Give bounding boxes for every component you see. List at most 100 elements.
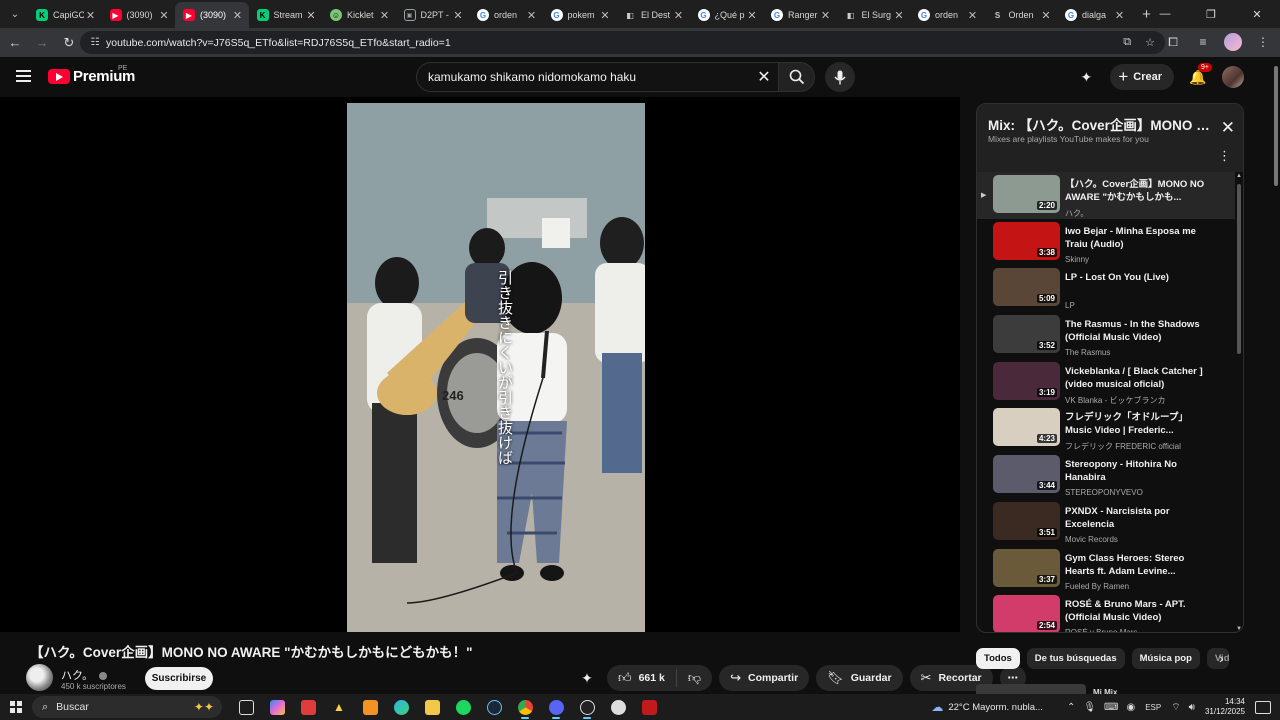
playlist-item-title[interactable]: フレデリック「オドループ」Music Video | Frederic... [1065, 411, 1205, 437]
tray-chevron-icon[interactable]: ⌃ [1067, 702, 1075, 713]
playlist-title[interactable]: Mix: 【ハク。Cover企画】MONO NO AWARE "かむかもしかもに… [988, 114, 1210, 134]
tab-close-icon[interactable]: ✕ [378, 9, 392, 22]
playlist-more-icon[interactable]: ⋮ [1218, 148, 1231, 164]
hamburger-menu-icon[interactable] [16, 70, 31, 82]
task-view-icon[interactable] [234, 696, 258, 718]
playlist-item-title[interactable]: ROSÉ & Bruno Mars - APT. (Official Music… [1065, 598, 1205, 624]
tab[interactable]: K Stream ✕ [249, 2, 323, 28]
linux-icon[interactable]: ▲ [327, 696, 351, 718]
search-box[interactable]: kamukamo shikamo nidomokamo haku ✕ [416, 62, 779, 92]
tab[interactable]: K CapiGC ✕ [28, 2, 102, 28]
tab-close-icon[interactable]: ✕ [1113, 9, 1127, 22]
tab-close-icon[interactable]: ✕ [1039, 9, 1053, 22]
scrollbar-thumb[interactable] [1237, 184, 1241, 354]
playlist-item-title[interactable]: LP - Lost On You (Live) [1065, 271, 1205, 284]
tab[interactable]: ◧ El Surg ✕ [837, 2, 911, 28]
playlist-thumbnail[interactable]: 4:23 [993, 408, 1060, 447]
tab-close-icon[interactable]: ✕ [84, 9, 98, 22]
steam-icon[interactable] [482, 696, 506, 718]
notification-center-icon[interactable] [1255, 700, 1271, 714]
bookmark-star-icon[interactable]: ☆ [1145, 36, 1155, 49]
tab[interactable]: ▶ (3090) ✕ [102, 2, 176, 28]
playlist-thumbnail[interactable]: 3:19 [993, 361, 1060, 400]
playlist-scrollbar[interactable]: ▲ ▼ [1235, 172, 1243, 632]
playlist-thumbnail[interactable]: 3:37 [993, 548, 1060, 587]
next-video-thumbnail[interactable] [976, 684, 1086, 694]
url-text[interactable]: youtube.com/watch?v=J76S5q_ETfo&list=RDJ… [106, 37, 451, 49]
tab[interactable]: Gorden ✕ [910, 2, 984, 28]
tab-close-icon[interactable]: ✕ [451, 9, 465, 22]
playlist-thumbnail[interactable]: 3:52 [993, 315, 1060, 354]
playlist-item-title[interactable]: Vickeblanka / [ Black Catcher ] (video m… [1065, 365, 1205, 391]
youtube-app-icon[interactable] [296, 696, 320, 718]
create-button[interactable]: + Crear [1110, 64, 1174, 90]
playlist-item-title[interactable]: Iwo Bejar - Minha Esposa me Traiu (Audio… [1065, 225, 1205, 251]
avast-icon[interactable] [358, 696, 382, 718]
tab-close-icon[interactable]: ✕ [966, 9, 980, 22]
playlist-item-title[interactable]: Gym Class Heroes: Stereo Hearts ft. Adam… [1065, 552, 1205, 578]
tab-close-icon[interactable]: ✕ [304, 9, 318, 22]
page-scrollbar[interactable] [1272, 57, 1280, 694]
spotify-icon[interactable] [451, 696, 475, 718]
close-playlist-icon[interactable]: ✕ [1221, 118, 1235, 138]
playlist-thumbnail[interactable]: 2:54 [993, 595, 1060, 632]
restore-icon[interactable]: ❐ [1188, 0, 1234, 28]
notifications-bell-icon[interactable]: 🔔 9+ [1184, 63, 1212, 91]
playlist-item[interactable]: 3:19 Vickeblanka / [ Black Catcher ] (vid… [977, 359, 1235, 406]
playlist-item[interactable]: 3:38 Iwo Bejar - Minha Esposa me Traiu (A… [977, 219, 1235, 266]
playlist-item-title[interactable]: PXNDX - Narcisista por Excelencia [1065, 505, 1205, 531]
tab[interactable]: ◧ El Dest ✕ [616, 2, 690, 28]
channel-avatar[interactable] [26, 664, 53, 691]
dislike-button[interactable]: 👎︎ [677, 670, 712, 686]
volume-icon[interactable]: 🔊︎ [1189, 702, 1195, 713]
minimize-icon[interactable]: — [1142, 0, 1188, 28]
playlist-item-title[interactable]: Stereopony - Hitohira No Hanabira [1065, 458, 1205, 484]
chips-next-chevron-icon[interactable]: › [1219, 650, 1224, 666]
ask-sparkle-icon[interactable]: ✦ [574, 665, 600, 691]
playlist-item-title[interactable]: 【ハク。Cover企画】MONO NO AWARE "かむかもしかも... [1065, 178, 1205, 204]
subscribe-button[interactable]: Suscribirse [145, 667, 213, 690]
tab-close-icon[interactable]: ✕ [892, 9, 906, 22]
close-window-icon[interactable]: ✕ [1234, 0, 1280, 28]
weather-widget[interactable]: ☁ 22°C Mayorm. nubla... [931, 700, 1043, 714]
voice-search-button[interactable] [825, 62, 855, 92]
vpn-shield-icon[interactable] [606, 696, 630, 718]
browser-menu-icon[interactable]: ⋮ [1252, 31, 1274, 53]
playlist-item[interactable]: 3:44 Stereopony - Hitohira No Hanabira STE… [977, 452, 1235, 499]
playlist-item[interactable]: 3:37 Gym Class Heroes: Stereo Hearts ft. … [977, 546, 1235, 593]
reload-icon[interactable]: ↻ [57, 31, 81, 55]
address-bar[interactable]: ☷ youtube.com/watch?v=J76S5q_ETfo&list=R… [80, 31, 1165, 54]
tab-close-icon[interactable]: ✕ [819, 9, 833, 22]
search-button[interactable] [779, 62, 815, 92]
vpn-tray-icon[interactable]: ◉ [1126, 702, 1135, 713]
tab[interactable]: G ¿Qué p ✕ [690, 2, 764, 28]
playlist-item[interactable]: ▶ 2:20 【ハク。Cover企画】MONO NO AWARE "かむかもしかも.… [977, 172, 1235, 219]
tab[interactable]: ▣ D2PT - ✕ [396, 2, 470, 28]
channel-name-row[interactable]: ハク。 [61, 667, 108, 683]
tab-close-icon[interactable]: ✕ [672, 9, 686, 22]
file-explorer-icon[interactable] [420, 696, 444, 718]
tab[interactable]: Gdialga ✕ [1057, 2, 1131, 28]
edge-icon[interactable] [389, 696, 413, 718]
tab[interactable]: ☺ Kicklet ✕ [322, 2, 396, 28]
tab-close-icon[interactable]: ✕ [598, 9, 612, 22]
playlist-item[interactable]: 3:51 PXNDX - Narcisista por Excelencia Mov… [977, 499, 1235, 546]
playlist-thumbnail[interactable]: 5:09 [993, 268, 1060, 307]
profile-icon[interactable] [1222, 31, 1244, 53]
share-button[interactable]: ↪ Compartir [719, 665, 810, 691]
playlist-thumbnail[interactable]: 3:38 [993, 221, 1060, 260]
tab-close-icon[interactable]: ✕ [745, 9, 759, 22]
tab[interactable]: S Orden ✕ [984, 2, 1058, 28]
playlist-thumbnail[interactable]: 2:20 [993, 175, 1060, 213]
taskbar-search[interactable]: ⌕ Buscar ✦✦ [32, 696, 222, 718]
site-info-icon[interactable]: ☷ [84, 37, 106, 48]
account-avatar[interactable] [1222, 66, 1244, 88]
tab-close-icon[interactable]: ✕ [231, 9, 245, 22]
network-icon[interactable]: ⌨ [1104, 702, 1118, 713]
forward-arrow-icon[interactable]: → [30, 31, 54, 55]
extensions-puzzle-icon[interactable]: ⧠ [1162, 31, 1184, 53]
obs-icon[interactable] [575, 696, 599, 719]
tab[interactable]: Gorden ✕ [469, 2, 543, 28]
back-arrow-icon[interactable]: ← [3, 31, 27, 55]
scroll-up-icon[interactable]: ▲ [1236, 173, 1242, 179]
